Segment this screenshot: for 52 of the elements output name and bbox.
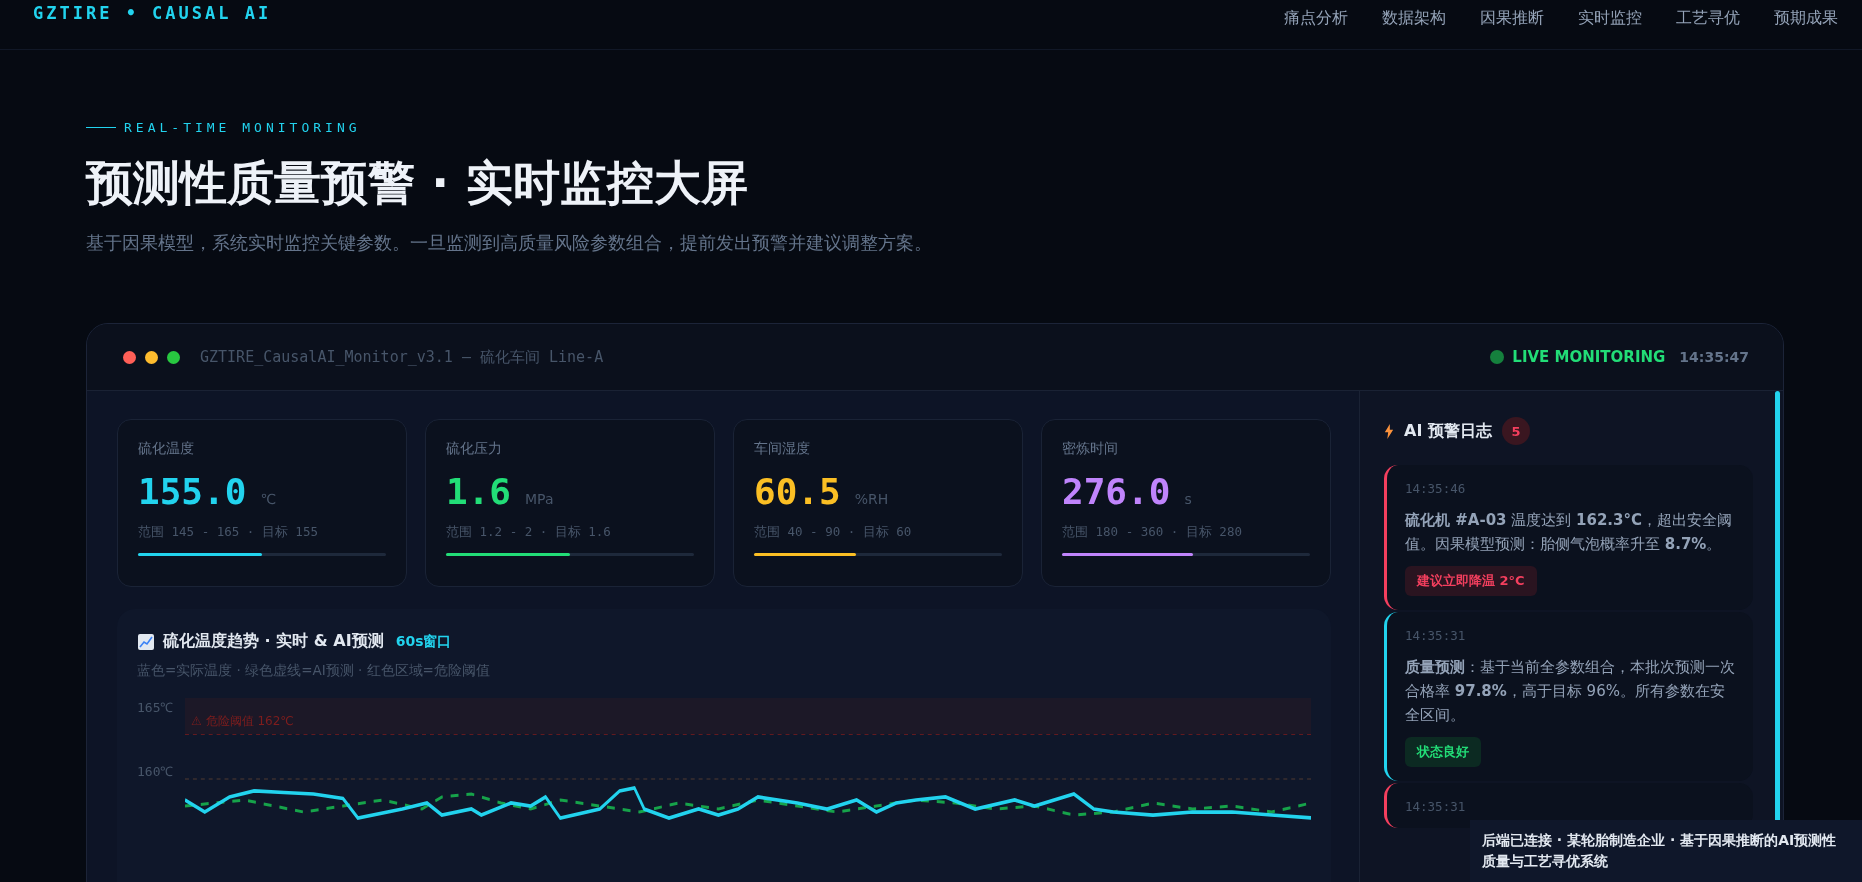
metric-value: 155.0 [138,472,247,512]
live-dot-icon [1490,350,1505,364]
metric-range: 范围 180 - 360 · 目标 280 [1062,524,1242,541]
window-title: GZTIRE_CausalAI_Monitor_v3.1 — 硫化车间 Line-A [200,347,604,367]
metric-label: 车间湿度 [754,440,810,458]
chart-title: 硫化温度趋势 · 实时 & AI预测 [163,631,384,652]
metric-range: 范围 145 - 165 · 目标 155 [138,524,318,541]
alert-time: 14:35:31 [1405,799,1466,814]
nav-link[interactable]: 工艺寻优 [1676,8,1740,29]
eyebrow-rule [86,127,116,128]
metric-value: 60.5 [754,472,841,512]
alert-count: 5 [1501,417,1530,445]
clock-time: 14:35:47 [1679,349,1749,365]
metric-unit: ℃ [260,491,277,507]
connection-toast: 后端已连接 · 某轮胎制造企业 · 基于因果推断的AI预测性质量与工艺寻优系统 [1470,820,1862,882]
metric-unit: s [1184,491,1192,507]
chart-icon [137,632,155,651]
metric-label: 密炼时间 [1062,440,1118,458]
nav-link[interactable]: 实时监控 [1578,8,1642,29]
metric-unit: MPa [525,491,554,507]
nav-link[interactable]: 因果推断 [1480,8,1544,29]
metric-range: 范围 40 - 90 · 目标 60 [754,524,912,541]
alert-tag: 状态良好 [1405,737,1481,767]
page-description: 基于因果模型，系统实时监控关键参数。一旦监测到高质量风险参数组合，提前发出预警并建议调整方案。 [86,231,933,255]
chart-legend: 蓝色=实际温度 · 绿色虚线=AI预测 · 红色区域=危险阈值 [137,662,1311,680]
alert-message: 质量预测：基于当前全参数组合，本批次预测一次合格率 97.8%，高于目标 96%。所有参数在安全区间。 [1405,657,1735,726]
nav-link[interactable]: 痛点分析 [1284,8,1348,29]
nav-link[interactable]: 预期成果 [1774,8,1838,29]
metric-range: 范围 1.2 - 2 · 目标 1.6 [446,524,611,541]
window-dot-icon [123,350,136,364]
metric-value: 276.0 [1062,472,1171,512]
alert-tag: 建议立即降温 2°C [1405,566,1537,596]
chart-window-label: 60s窗口 [395,632,452,651]
threshold-label: ⚠ 危险阈值 162℃ [191,713,294,730]
y-axis-label: 160℃ [137,763,175,780]
alert-message: 硫化机 #A-03 温度达到 162.3°C，超出安全阈值。因果模型预测：胎侧气泡概率升至 8.7%。 [1405,510,1733,555]
lightning-icon [1384,422,1394,440]
logo-text[interactable]: GZTIRE • CAUSAL AI [33,3,272,23]
metric-label: 硫化温度 [138,440,194,458]
metric-value: 1.6 [446,472,512,512]
nav-link[interactable]: 数据架构 [1382,8,1446,29]
page-title: 预测性质量预警 · 实时监控大屏 [86,154,749,212]
log-title: AI 预警日志 [1404,420,1492,442]
alert-time: 14:35:31 [1405,628,1466,643]
section-eyebrow: REAL-TIME MONITORING [124,120,361,135]
window-dot-icon [145,350,158,364]
live-status: LIVE MONITORING [1512,348,1666,366]
metric-unit: %RH [854,491,889,507]
y-axis-label: 165℃ [137,699,175,716]
metric-label: 硫化压力 [446,440,502,458]
alert-time: 14:35:46 [1405,481,1466,496]
window-dot-icon [167,350,180,364]
